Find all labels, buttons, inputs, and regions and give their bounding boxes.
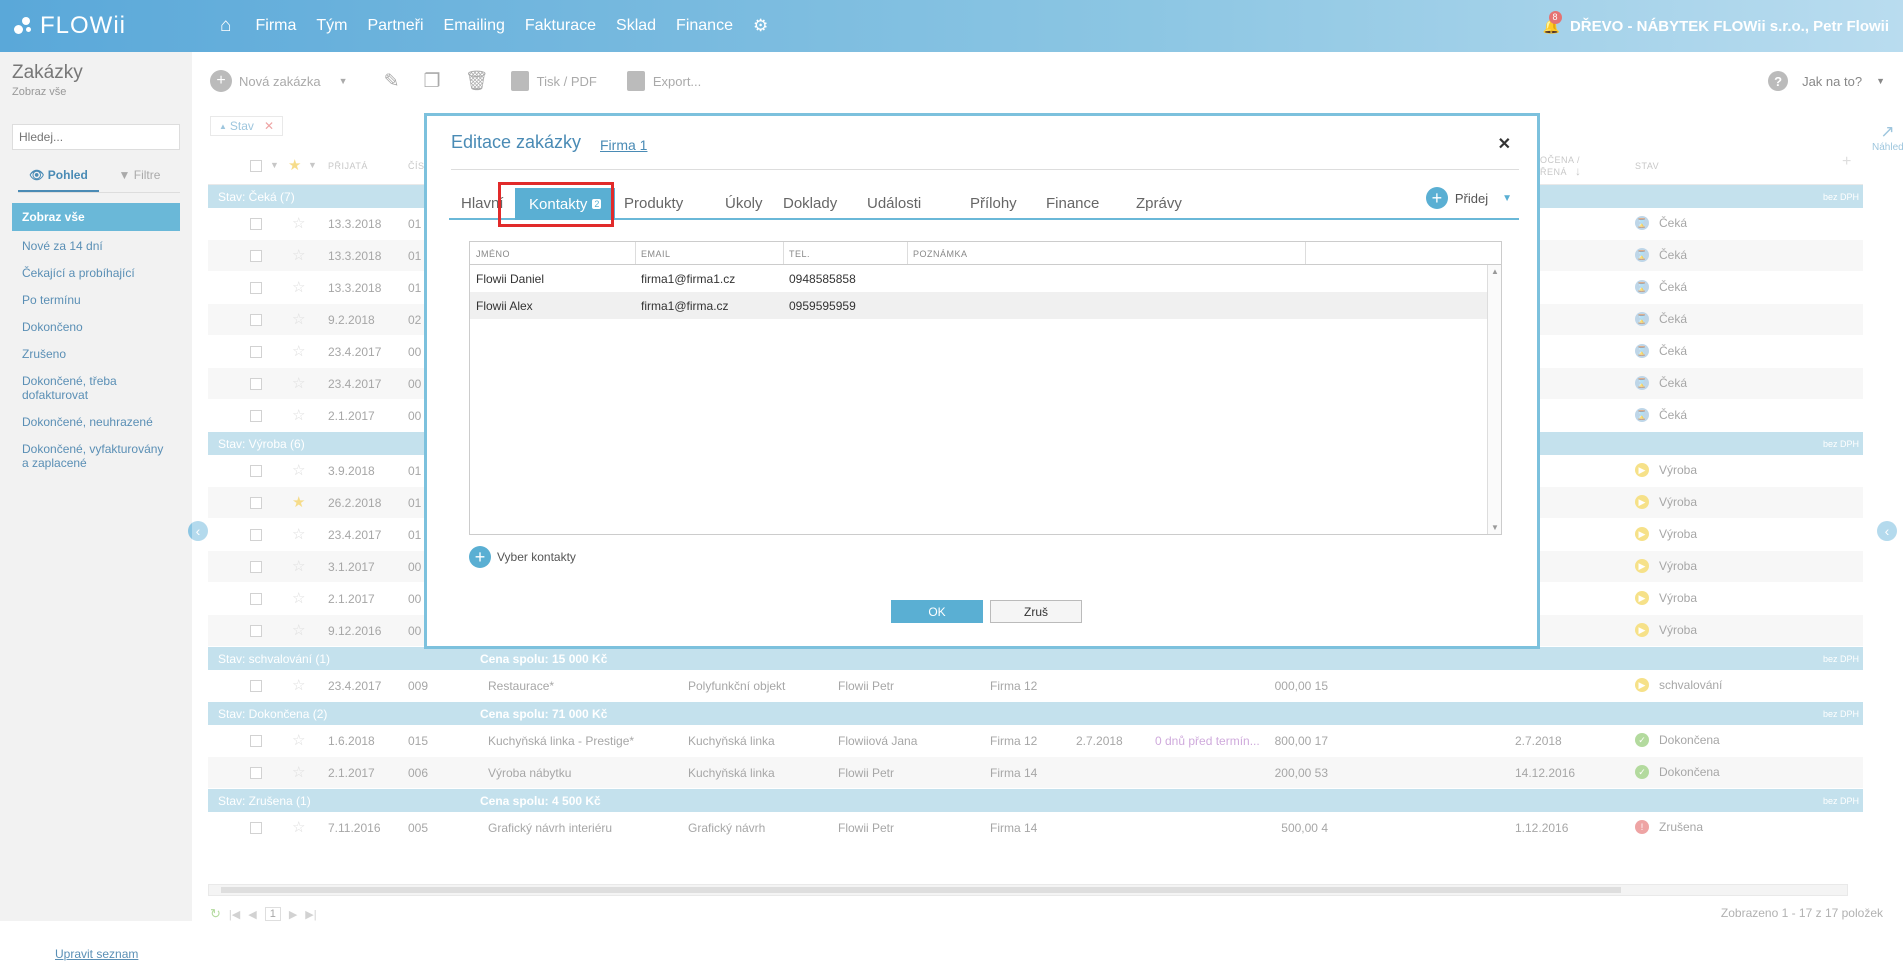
col-email[interactable]: EMAIL	[641, 249, 671, 259]
page-subtitle: Zobraz vše	[12, 86, 67, 98]
eye-icon: 👁	[29, 168, 48, 182]
contacts-table-header: JMÉNO EMAIL TEL. POZNÁMKA	[470, 242, 1501, 265]
tab-prilohy[interactable]: Přílohy	[970, 188, 1017, 218]
nav-tym[interactable]: Tým	[316, 17, 347, 35]
contact-name: Flowii Daniel	[476, 272, 545, 286]
bell-icon[interactable]: 🔔 8	[1543, 10, 1562, 35]
export-icon	[626, 71, 645, 91]
toolbar: + Nová zakázka ▼ ✎ ❐ 🗑 Tisk / PDF Export..…	[192, 52, 1903, 110]
trash-icon: 🗑	[464, 71, 489, 92]
menu-item-neuhrazene[interactable]: Dokončené, neuhrazené	[12, 410, 180, 434]
edit-order-dialog: Editace zakázky Firma 1 ✕ Hlavní Kontakt…	[424, 113, 1540, 649]
cancel-button[interactable]: Zruš	[990, 600, 1082, 623]
view-menu: Zobraz vše Nové za 14 dní Čekající a pro…	[12, 203, 180, 478]
col-note[interactable]: POZNÁMKA	[913, 249, 968, 259]
menu-item-dokonceno[interactable]: Dokončeno	[12, 315, 180, 339]
dialog-title: Editace zakázky	[451, 132, 582, 152]
contact-tel: 0948585858	[789, 272, 856, 286]
new-order-button[interactable]: + Nová zakázka ▼	[210, 70, 348, 92]
highlight-box	[498, 182, 614, 227]
plus-icon: +	[210, 70, 232, 92]
menu-item-po-terminu[interactable]: Po termínu	[12, 288, 180, 312]
firm-link[interactable]: Firma 1	[600, 137, 647, 153]
notification-badge: 8	[1548, 10, 1562, 24]
gear-icon[interactable]: ⚙	[753, 16, 768, 36]
tab-finance[interactable]: Finance	[1046, 188, 1099, 218]
page-title: Zakázky	[12, 62, 83, 83]
top-navigation-bar: FLOWii ⌂ Firma Tým Partneři Emailing Fak…	[0, 0, 1903, 52]
tab-zpravy[interactable]: Zprávy	[1136, 188, 1182, 218]
pencil-icon: ✎	[383, 70, 400, 92]
contact-row[interactable]: Flowii Daniel firma1@firma1.cz 094858585…	[470, 265, 1501, 292]
contact-tel: 0959595959	[789, 299, 856, 313]
nav-firma[interactable]: Firma	[255, 17, 296, 35]
contact-email: firma1@firma1.cz	[641, 272, 736, 286]
chevron-down-icon: ▼	[1876, 76, 1885, 86]
nav-sklad[interactable]: Sklad	[616, 17, 656, 35]
company-name: DŘEVO - NÁBYTEK FLOWii s.r.o., Petr Flow…	[1569, 17, 1889, 35]
delete-button[interactable]: 🗑	[465, 69, 489, 93]
tab-udalosti[interactable]: Události	[867, 188, 921, 218]
nav-emailing[interactable]: Emailing	[444, 17, 505, 35]
copy-icon: ❐	[423, 70, 441, 92]
contact-email: firma1@firma.cz	[641, 299, 729, 313]
menu-item-dofakturovat[interactable]: Dokončené, třeba dofakturovat	[12, 369, 180, 407]
help-button[interactable]: ? Jak na to? ▼	[1768, 52, 1885, 110]
tab-ukoly[interactable]: Úkoly	[725, 188, 763, 218]
home-icon[interactable]: ⌂	[220, 15, 231, 37]
chevron-down-icon[interactable]: ▼	[339, 76, 348, 86]
col-name[interactable]: JMÉNO	[476, 249, 510, 259]
nav-partneri[interactable]: Partneři	[367, 17, 423, 35]
tab-filtre[interactable]: ▼ Filtre	[99, 160, 180, 192]
printer-icon	[510, 71, 529, 91]
plus-icon: +	[469, 546, 491, 568]
contact-name: Flowii Alex	[476, 299, 533, 313]
contacts-table: JMÉNO EMAIL TEL. POZNÁMKA Flowii Daniel …	[469, 241, 1502, 535]
print-button[interactable]: Tisk / PDF	[510, 71, 597, 91]
vertical-scrollbar[interactable]: ▲ ▼	[1487, 265, 1501, 534]
funnel-icon: ▼	[118, 168, 134, 182]
chevron-down-icon[interactable]: ▼	[1502, 193, 1512, 204]
copy-button[interactable]: ❐	[424, 70, 441, 93]
menu-item-zaplacene[interactable]: Dokončené, vyfakturovány a zaplacené	[12, 437, 180, 475]
col-tel[interactable]: TEL.	[789, 249, 810, 259]
ok-button[interactable]: OK	[891, 600, 983, 623]
menu-item-zobraz-vse[interactable]: Zobraz vše	[12, 203, 180, 231]
divider	[451, 169, 1519, 170]
contact-row[interactable]: Flowii Alex firma1@firma.cz 0959595959	[470, 292, 1501, 319]
menu-item-zruseno[interactable]: Zrušeno	[12, 342, 180, 366]
logo-text: FLOWii	[40, 12, 126, 39]
scroll-down-icon[interactable]: ▼	[1491, 523, 1499, 532]
close-icon[interactable]: ✕	[1498, 134, 1511, 154]
edit-list-link[interactable]: Upravit seznam	[55, 947, 138, 961]
search-input[interactable]	[12, 124, 180, 150]
select-contacts-button[interactable]: + Vyber kontakty	[469, 546, 576, 568]
flowii-logo[interactable]: FLOWii	[12, 12, 202, 40]
nav-fakturace[interactable]: Fakturace	[525, 17, 596, 35]
left-panel: Zakázky Zobraz vše 👁 Pohled ▼ Filtre Zob…	[0, 52, 192, 961]
logo-mark-icon	[12, 15, 34, 37]
menu-item-nove[interactable]: Nové za 14 dní	[12, 234, 180, 258]
view-tabs: 👁 Pohled ▼ Filtre	[18, 160, 180, 193]
menu-item-cekajici[interactable]: Čekající a probíhající	[12, 261, 180, 285]
tab-pohled[interactable]: 👁 Pohled	[18, 160, 99, 192]
plus-icon: +	[1425, 187, 1448, 209]
company-account[interactable]: 🔔 8 DŘEVO - NÁBYTEK FLOWii s.r.o., Petr F…	[1543, 0, 1889, 52]
tab-produkty[interactable]: Produkty	[624, 188, 683, 218]
nav-finance[interactable]: Finance	[676, 17, 733, 35]
scroll-up-icon[interactable]: ▲	[1491, 267, 1499, 276]
tab-doklady[interactable]: Doklady	[783, 188, 837, 218]
export-button[interactable]: Export...	[626, 71, 701, 91]
edit-button[interactable]: ✎	[384, 70, 400, 93]
add-button[interactable]: + Přidej ▼	[1425, 187, 1512, 209]
question-icon: ?	[1768, 71, 1789, 91]
